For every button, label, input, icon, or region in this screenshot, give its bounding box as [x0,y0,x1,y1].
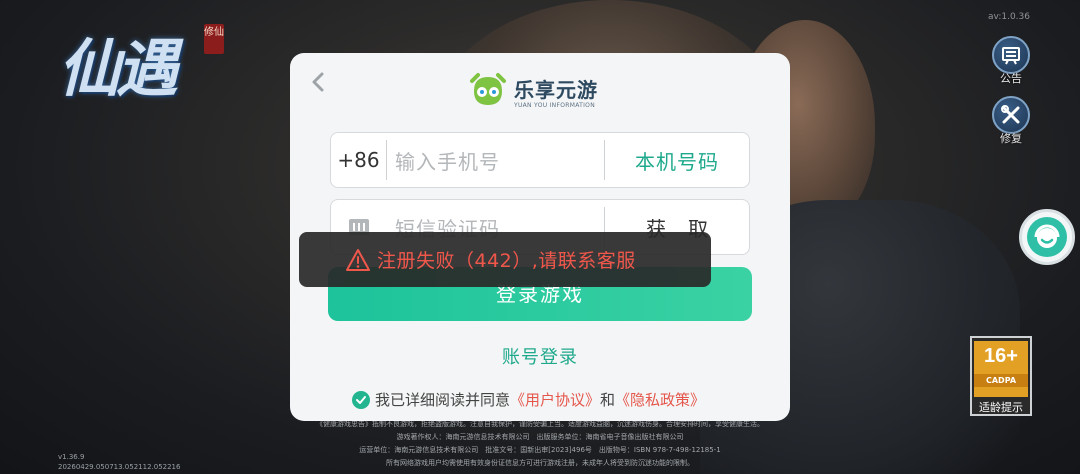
age-rating-tip: 适龄提示 [979,401,1023,414]
agreement-and: 和 [600,391,616,409]
notice-button[interactable]: 公告 [990,36,1032,86]
game-logo-seal: 修仙 [204,24,224,54]
notice-icon [992,36,1030,74]
user-agreement-link[interactable]: 《用户协议》 [510,389,600,410]
agreement-text: 我已详细阅读并同意 [375,391,511,409]
game-logo: 仙遇 修仙 [58,18,248,108]
legal-notice: 《健康游戏忠告》抵制不良游戏，拒绝盗版游戏。注意自我保护，谨防受骗上当。适度游戏… [210,418,870,470]
error-toast: 注册失败（442）,请联系客服 [299,232,711,287]
phone-input[interactable]: 输入手机号 [387,146,604,175]
legal-line: 游戏著作权人：海南元游信息技术有限公司 出版服务单位：海南省电子音像出版社有限公… [396,433,684,441]
age-rating-number: 16+ [984,345,1018,367]
publisher-name: 乐享元游 [514,77,598,102]
error-message: 注册失败（442）,请联系客服 [377,250,636,272]
phone-field: +86 输入手机号 本机号码 [330,132,750,188]
age-rating-org: CADPA [974,374,1028,387]
repair-button[interactable]: 修复 [990,96,1032,146]
publisher-logo-icon [468,71,508,111]
build-version: v1.36.9 [58,453,85,461]
account-login-link[interactable]: 账号登录 [290,343,790,369]
back-button[interactable] [306,69,332,95]
build-number: 20260429.050713.052112.052216 [58,463,181,471]
build-info: v1.36.9 20260429.050713.052112.052216 [58,452,180,472]
agreement-row: 我已详细阅读并同意 《用户协议》 和 《隐私政策》 [352,389,705,410]
publisher-brand: 乐享元游 YUAN YOU INFORMATION [468,71,598,111]
warning-icon [346,248,370,271]
repair-label: 修复 [1000,132,1022,145]
version-label: av:1.0.36 [987,12,1030,22]
chevron-left-icon [312,72,324,92]
check-icon [356,395,366,404]
age-rating-badge[interactable]: 16+ CADPA 适龄提示 [970,336,1032,416]
wrench-icon [992,96,1030,134]
legal-line: 所有网络游戏用户均需使用有效身份证信息方可进行游戏注册，未成年人将受到防沉迷功能… [386,459,694,467]
headset-icon [1027,217,1067,257]
notice-label: 公告 [1000,72,1022,85]
country-code[interactable]: +86 [331,140,387,180]
game-logo-text: 仙遇 [58,32,178,105]
legal-line: 运营单位：海南元游信息技术有限公司 批准文号：国新出审[2023]496号 出版… [359,446,721,454]
local-number-button[interactable]: 本机号码 [605,146,749,175]
customer-service-button[interactable] [1019,209,1075,265]
privacy-policy-link[interactable]: 《隐私政策》 [615,389,705,410]
publisher-subtitle: YUAN YOU INFORMATION [514,101,595,109]
agreement-checkbox[interactable] [352,390,370,409]
